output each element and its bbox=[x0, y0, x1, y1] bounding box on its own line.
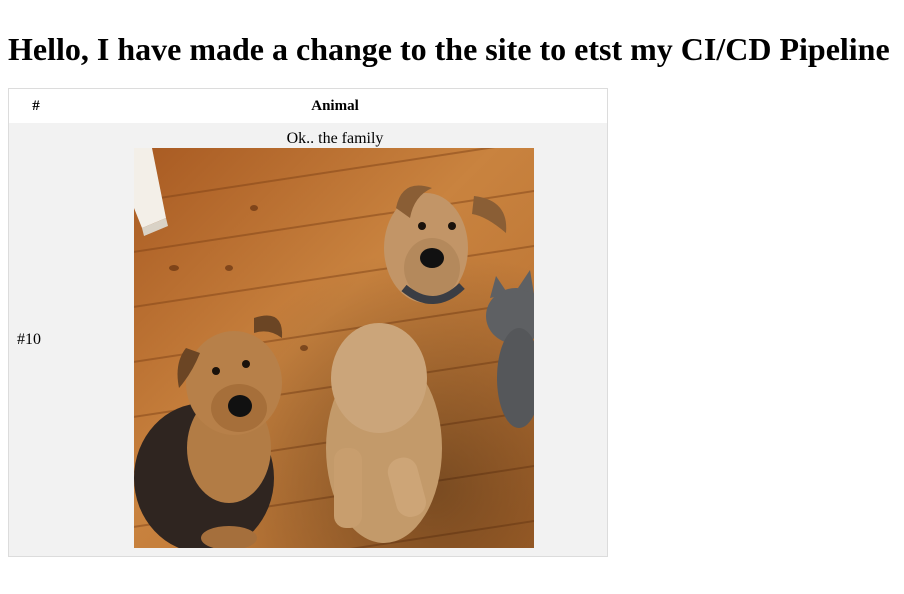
animals-table: # Animal #10 Ok.. the family bbox=[8, 88, 608, 557]
page-title: Hello, I have made a change to the site … bbox=[8, 31, 890, 67]
table-row: #10 Ok.. the family bbox=[8, 123, 608, 557]
column-header-animal: Animal bbox=[63, 88, 608, 123]
page: Hello, I have made a change to the site … bbox=[0, 0, 904, 557]
animal-cell: Ok.. the family bbox=[63, 123, 608, 557]
row-number: #10 bbox=[8, 123, 63, 557]
column-header-number: # bbox=[8, 88, 63, 123]
table-header-row: # Animal bbox=[8, 88, 608, 123]
dogs-photo bbox=[134, 148, 534, 548]
animal-caption: Ok.. the family bbox=[286, 130, 384, 147]
